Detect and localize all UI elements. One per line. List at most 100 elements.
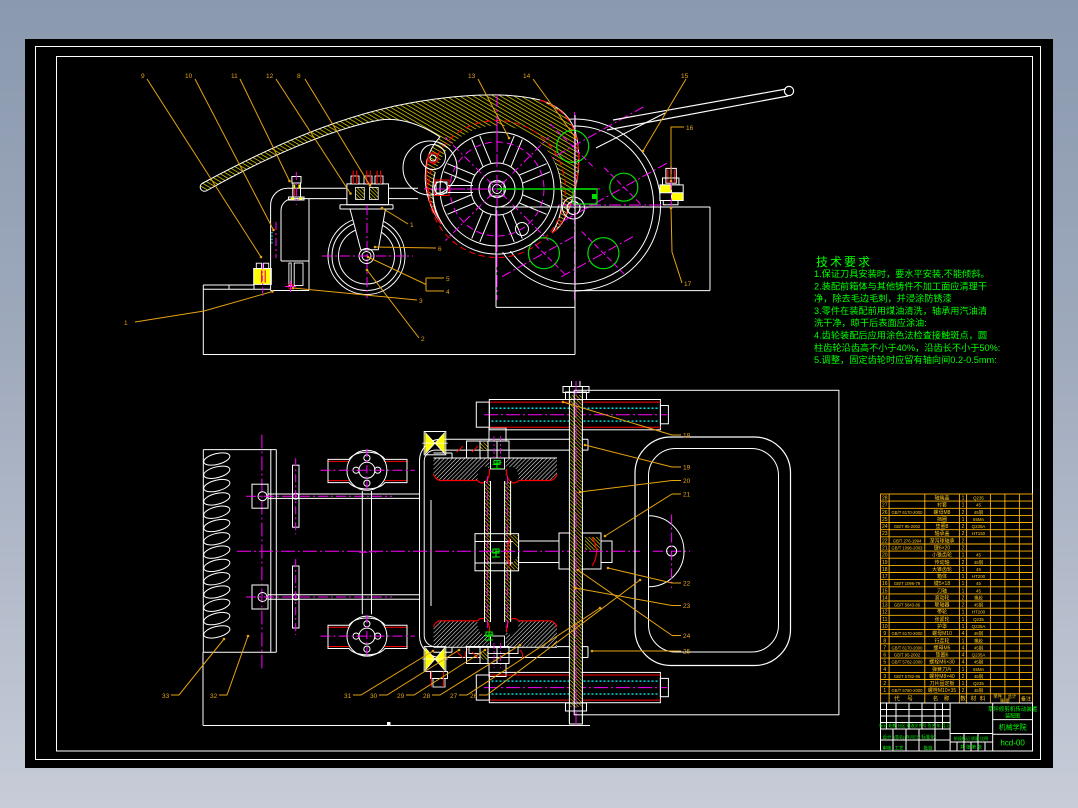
- svg-text:1: 1: [962, 667, 965, 673]
- svg-text:17: 17: [882, 574, 888, 580]
- svg-text:16: 16: [686, 125, 694, 132]
- svg-text:2: 2: [962, 546, 965, 552]
- svg-text:1.保证刀具安装时，要水平安装,不能倾斜。: 1.保证刀具安装时，要水平安装,不能倾斜。: [814, 268, 990, 279]
- svg-text:45: 45: [976, 503, 981, 508]
- svg-text:33: 33: [162, 693, 170, 700]
- svg-text:装配图: 装配图: [1005, 713, 1020, 720]
- svg-text:箱体: 箱体: [937, 573, 947, 580]
- svg-text:4.齿轮装配后应用涂色法检查接触斑点，圆: 4.齿轮装配后应用涂色法检查接触斑点，圆: [814, 330, 987, 341]
- svg-text:洗干净，晾干后表面应涂油:: 洗干净，晾干后表面应涂油:: [814, 317, 927, 328]
- svg-text:5.调整，固定齿轮时应留有轴向间0.2-0.5mm:: 5.调整，固定齿轮时应留有轴向间0.2-0.5mm:: [814, 354, 997, 365]
- svg-text:HT200: HT200: [972, 574, 986, 579]
- svg-text:15: 15: [882, 588, 888, 594]
- svg-text:Q235A: Q235A: [972, 524, 986, 529]
- svg-text:11: 11: [231, 73, 238, 80]
- svg-text:设计: 设计: [883, 734, 892, 741]
- svg-text:标记 处数 分区 更改文件号 签名 年.月.日: 标记 处数 分区 更改文件号 签名 年.月.日: [879, 722, 951, 728]
- svg-text:7: 7: [883, 645, 886, 651]
- svg-text:轴端盖: 轴端盖: [934, 495, 949, 502]
- svg-text:2: 2: [883, 681, 886, 687]
- svg-text:24: 24: [882, 524, 888, 530]
- svg-text:1: 1: [410, 222, 414, 229]
- svg-text:技术要求: 技术要求: [816, 255, 872, 269]
- svg-text:31: 31: [344, 693, 352, 700]
- svg-text:橡胶: 橡胶: [974, 595, 983, 602]
- svg-text:螺母M6: 螺母M6: [934, 644, 951, 651]
- svg-text:20: 20: [882, 553, 888, 559]
- svg-text:GB/T 6170-2000: GB/T 6170-2000: [892, 631, 924, 636]
- svg-text:行走轮: 行走轮: [934, 637, 949, 644]
- svg-text:GB/T 5780-2000: GB/T 5780-2000: [892, 688, 924, 693]
- svg-text:衬套: 衬套: [937, 502, 947, 509]
- svg-text:螺栓M10×35: 螺栓M10×35: [928, 687, 956, 694]
- svg-text:数: 数: [960, 695, 966, 703]
- svg-text:1: 1: [962, 624, 965, 630]
- svg-text:1: 1: [962, 517, 965, 523]
- svg-text:45钢: 45钢: [974, 630, 984, 637]
- svg-text:5: 5: [446, 276, 450, 283]
- svg-text:(年月日): (年月日): [905, 734, 920, 740]
- svg-text:21: 21: [683, 492, 691, 499]
- svg-text:阶段标记 质量 比例: 阶段标记 质量 比例: [954, 735, 988, 741]
- svg-text:45: 45: [976, 588, 981, 593]
- svg-text:审核: 审核: [883, 745, 892, 752]
- svg-text:批准: 批准: [924, 745, 933, 752]
- svg-text:3: 3: [419, 298, 423, 305]
- svg-text:21: 21: [882, 546, 888, 552]
- svg-text:1: 1: [124, 320, 128, 327]
- svg-text:28: 28: [882, 496, 888, 502]
- svg-text:GB/T 95-2002: GB/T 95-2002: [894, 524, 921, 529]
- svg-text:弹簧刀片: 弹簧刀片: [932, 666, 952, 673]
- svg-text:挡圈: 挡圈: [937, 516, 947, 523]
- svg-text:26: 26: [470, 693, 478, 700]
- svg-text:净，除去毛边毛刺，并浸涂防锈漆: 净，除去毛边毛刺，并浸涂防锈漆: [814, 293, 952, 304]
- svg-text:1: 1: [962, 610, 965, 616]
- svg-text:螺栓M8×40: 螺栓M8×40: [929, 673, 955, 680]
- svg-text:深沟球轴承: 深沟球轴承: [929, 537, 954, 544]
- svg-text:28: 28: [423, 693, 431, 700]
- svg-text:大锥齿轮: 大锥齿轮: [932, 566, 952, 573]
- svg-text:45: 45: [976, 553, 981, 558]
- svg-text:键6×20: 键6×20: [934, 545, 950, 552]
- svg-text:GB/T 95-2002: GB/T 95-2002: [894, 653, 921, 658]
- svg-text:25: 25: [882, 517, 888, 523]
- svg-text:名 称: 名 称: [933, 695, 952, 703]
- svg-text:1: 1: [962, 574, 965, 580]
- svg-text:1: 1: [962, 496, 965, 502]
- svg-text:45钢: 45钢: [974, 687, 984, 694]
- svg-text:联轴器: 联轴器: [934, 602, 949, 609]
- svg-text:1: 1: [883, 688, 886, 694]
- svg-text:4: 4: [962, 645, 965, 651]
- svg-text:GB/T 5843-86: GB/T 5843-86: [894, 603, 921, 608]
- svg-text:9: 9: [883, 631, 886, 637]
- svg-text:护罩: 护罩: [937, 623, 947, 630]
- svg-text:4: 4: [962, 631, 965, 637]
- svg-text:轴承盖: 轴承盖: [934, 530, 949, 537]
- svg-text:12: 12: [882, 610, 888, 616]
- svg-text:2: 2: [962, 560, 965, 566]
- svg-text:Q235A: Q235A: [972, 653, 986, 658]
- svg-text:45钢: 45钢: [974, 644, 984, 651]
- svg-text:HT200: HT200: [972, 610, 986, 615]
- svg-text:GB/T 5782-86: GB/T 5782-86: [894, 674, 921, 679]
- svg-text:22: 22: [882, 538, 888, 544]
- svg-text:刀轴: 刀轴: [937, 587, 947, 594]
- svg-text:备注: 备注: [1021, 696, 1031, 703]
- svg-text:65Mn: 65Mn: [973, 667, 985, 672]
- svg-text:Q235: Q235: [973, 617, 984, 622]
- svg-text:11: 11: [882, 617, 887, 623]
- svg-text:27: 27: [882, 503, 888, 509]
- svg-text:13: 13: [882, 603, 888, 609]
- svg-text:螺栓M6×30: 螺栓M6×30: [929, 659, 955, 666]
- svg-text:GB/T 6170-2000: GB/T 6170-2000: [892, 510, 924, 515]
- svg-text:45钢: 45钢: [974, 602, 984, 609]
- svg-text:(签名): (签名): [894, 734, 905, 740]
- svg-text:柱齿轮沿齿高不小于40%，沿齿长不小于50%:: 柱齿轮沿齿高不小于40%，沿齿长不小于50%:: [814, 342, 1000, 353]
- svg-text:4: 4: [962, 660, 965, 666]
- svg-text:键5×18: 键5×18: [934, 580, 950, 587]
- svg-text:45: 45: [976, 567, 981, 572]
- svg-text:GB/T 276-1994: GB/T 276-1994: [893, 538, 922, 543]
- svg-text:传动轴: 传动轴: [934, 559, 949, 566]
- svg-text:Q235: Q235: [973, 681, 984, 686]
- svg-text:滚动轮: 滚动轮: [934, 595, 949, 602]
